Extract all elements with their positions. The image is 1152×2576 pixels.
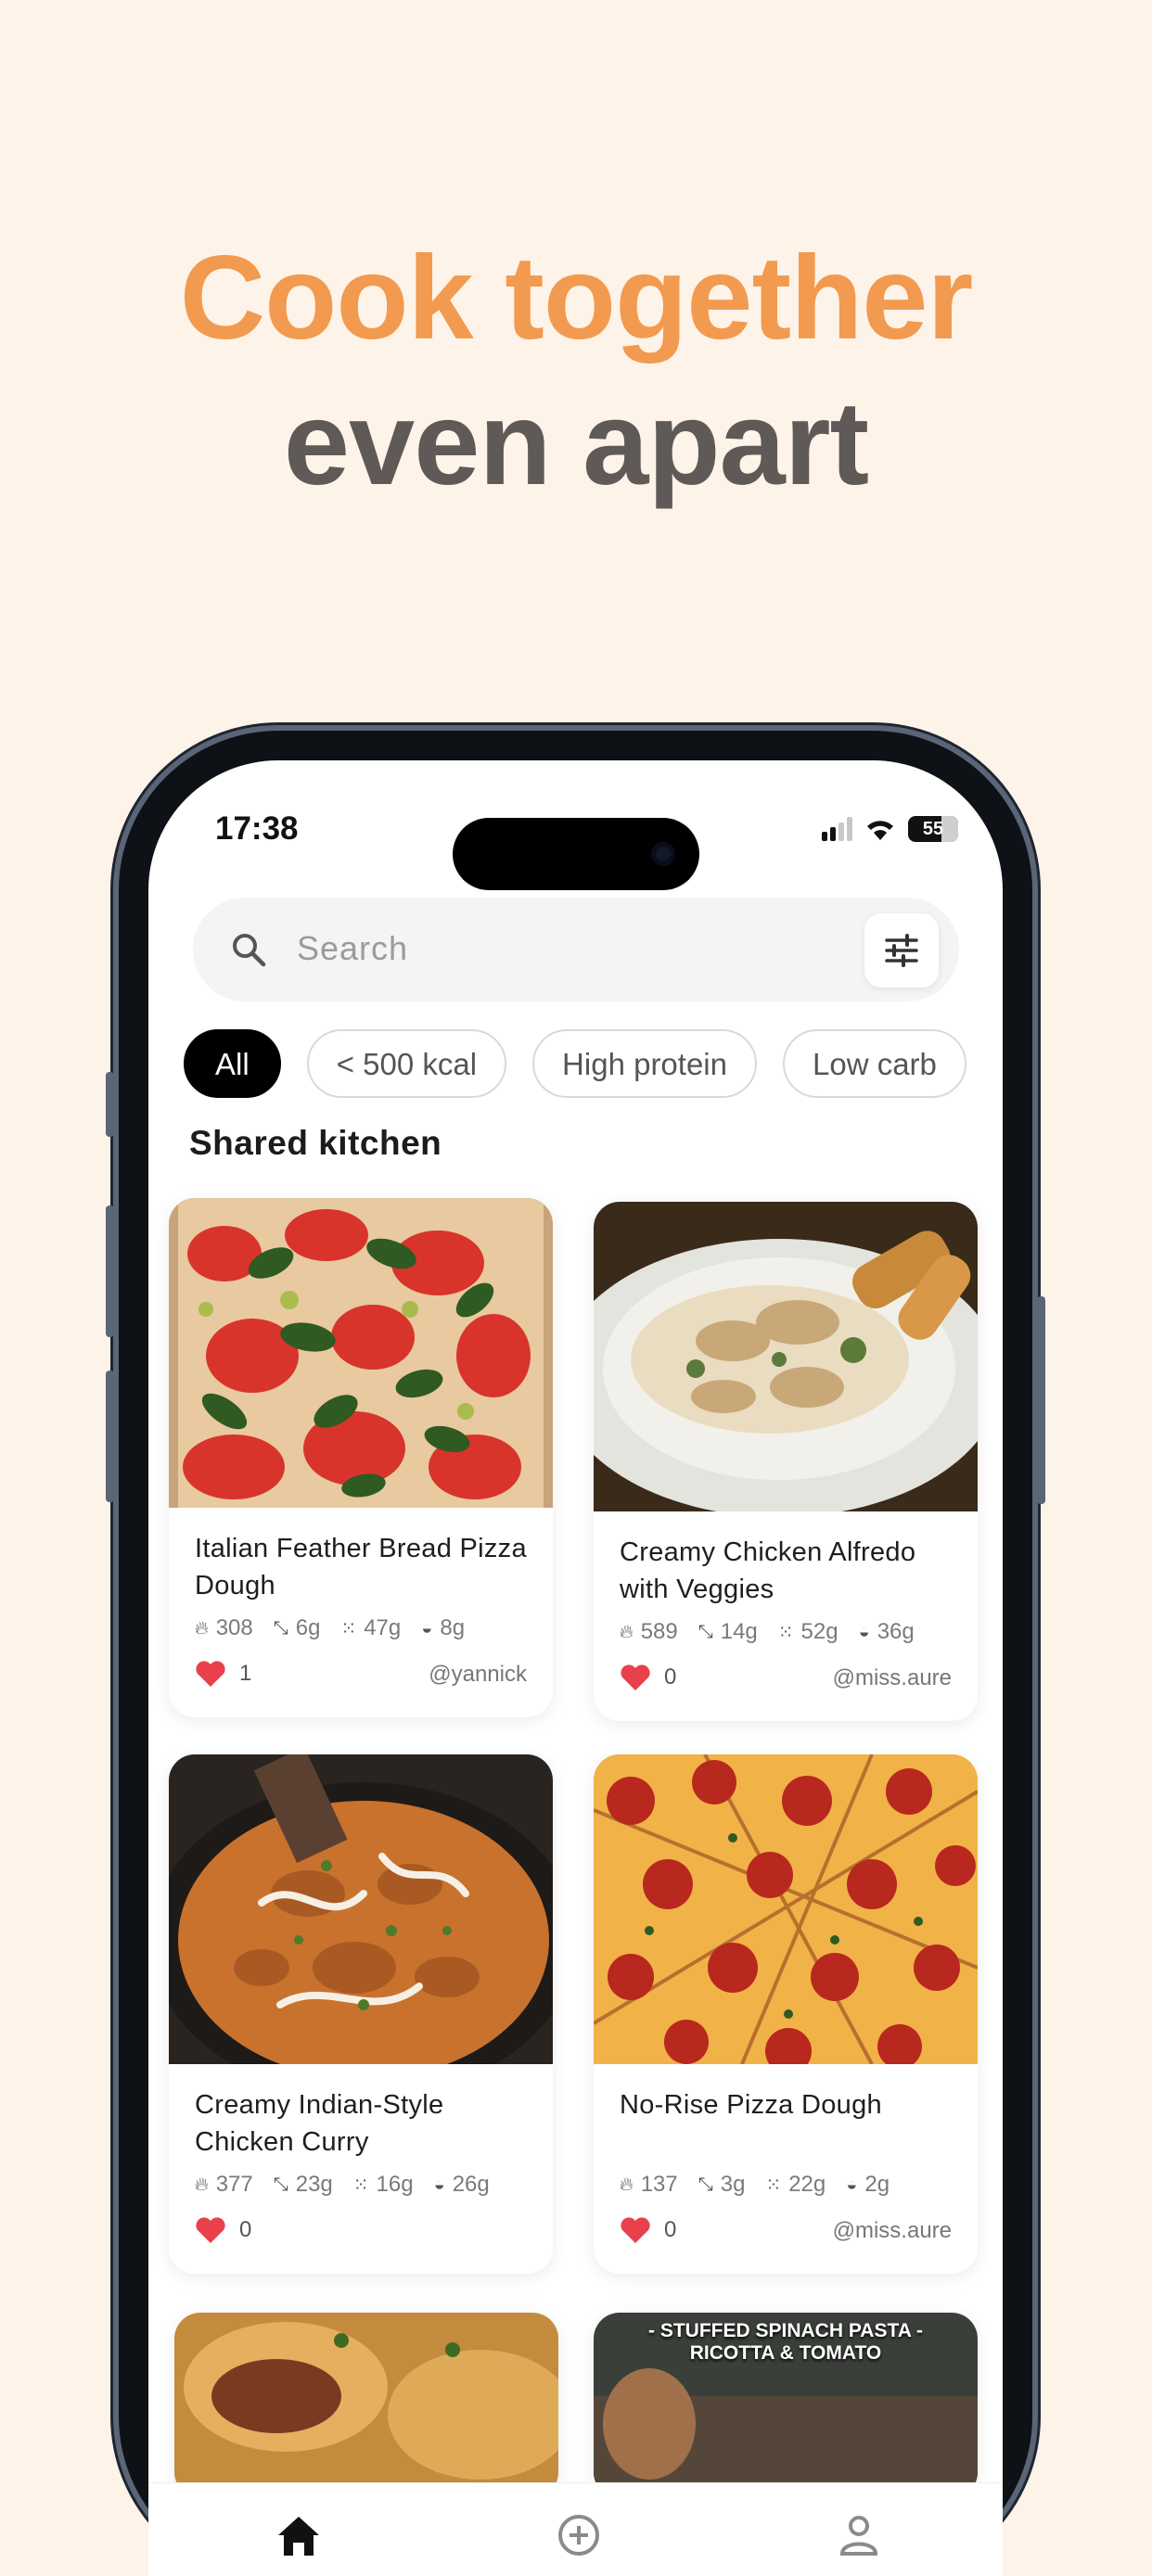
- protein-value: 6g: [295, 1615, 321, 1640]
- like-count: 0: [664, 1664, 677, 1690]
- signal-icon: [822, 817, 852, 841]
- recipe-card[interactable]: Creamy Chicken Alfredo with Veggies 🔥︎ 58…: [594, 1202, 978, 1721]
- fat-drop-icon: ◒: [421, 1617, 433, 1639]
- protein-value: 14g: [720, 1619, 758, 1644]
- fat-value: 2g: [864, 2172, 890, 2197]
- recipe-author[interactable]: @yannick: [429, 1662, 527, 1688]
- carbs-icon: ⁙: [777, 1622, 794, 1643]
- recipe-image: [169, 1198, 553, 1508]
- like-count: 1: [239, 1661, 252, 1686]
- wifi-icon: [867, 821, 893, 840]
- fat-value: 8g: [440, 1615, 466, 1640]
- add-circle-icon[interactable]: [551, 2507, 607, 2563]
- search-bar[interactable]: Search: [193, 898, 959, 1001]
- recipe-title: Creamy Indian-Style Chicken Curry: [195, 2090, 444, 2157]
- recipe-author[interactable]: @miss.aure: [833, 2218, 952, 2244]
- filter-chips: All < 500 kcal High protein Low carb: [184, 1029, 966, 1098]
- chip-all[interactable]: All: [184, 1029, 281, 1098]
- carbs-value: 52g: [800, 1619, 838, 1644]
- recipe-image: [174, 2313, 558, 2498]
- flame-icon: 🔥︎: [620, 1621, 634, 1642]
- recipe-image: [169, 1754, 553, 2064]
- search-icon: [233, 934, 266, 967]
- tab-bar: [148, 2482, 1003, 2576]
- carbs-value: 16g: [376, 2172, 414, 2197]
- carbs-value: 47g: [364, 1615, 402, 1640]
- calories-value: 377: [215, 2172, 253, 2197]
- action-button: [106, 1072, 114, 1137]
- protein-value: 3g: [720, 2172, 746, 2197]
- calories-value: 137: [640, 2172, 678, 2197]
- heart-icon: [196, 2217, 225, 2243]
- app-screen: 17:38 55 Search All < 500 kcal High prot…: [148, 760, 1003, 2576]
- like-button[interactable]: 1: [195, 1660, 251, 1688]
- fat-value: 26g: [452, 2172, 490, 2197]
- carbs-icon: ⁙: [765, 2174, 782, 2196]
- heart-icon: [621, 2217, 650, 2243]
- protein-icon: ⤡: [698, 2174, 713, 2195]
- battery-icon: 55: [908, 816, 958, 842]
- like-count: 0: [664, 2217, 677, 2242]
- recipe-macros: 🔥︎ 589 ⤡ 14g ⁙ 52g ◒ 36g: [620, 1619, 915, 1645]
- recipe-card[interactable]: [174, 2313, 558, 2498]
- status-bar: 17:38 55: [148, 797, 1003, 890]
- battery-level: 55: [922, 819, 944, 839]
- camera-icon: [651, 842, 675, 866]
- volume-down-button: [106, 1371, 114, 1502]
- recipe-macros: 🔥︎ 308 ⤡ 6g ⁙ 47g ◒ 8g: [195, 1615, 465, 1641]
- carbs-icon: ⁙: [340, 1618, 357, 1639]
- protein-icon: ⤡: [273, 2174, 288, 2195]
- filter-button[interactable]: [864, 913, 939, 988]
- fat-value: 36g: [877, 1619, 915, 1644]
- recipe-card[interactable]: No-Rise Pizza Dough 🔥︎ 137 ⤡ 3g ⁙ 22g ◒ 2g 0…: [594, 1754, 978, 2274]
- carbs-icon: ⁙: [352, 2174, 369, 2196]
- fat-drop-icon: ◒: [858, 1621, 870, 1642]
- recipe-title: Creamy Chicken Alfredo with Veggies: [620, 1537, 916, 1604]
- headline-line-1: Cook together: [179, 232, 974, 364]
- heart-icon: [196, 1661, 225, 1687]
- power-button: [1037, 1296, 1045, 1504]
- carbs-value: 22g: [788, 2172, 826, 2197]
- recipe-author[interactable]: @miss.aure: [833, 1665, 952, 1691]
- recipe-macros: 🔥︎ 377 ⤡ 23g ⁙ 16g ◒ 26g: [195, 2172, 490, 2198]
- recipe-title: Italian Feather Bread Pizza Dough: [195, 1534, 527, 1600]
- protein-value: 23g: [295, 2172, 333, 2197]
- like-button[interactable]: 0: [620, 1664, 676, 1691]
- flame-icon: 🔥︎: [195, 1617, 209, 1639]
- home-icon[interactable]: [271, 2507, 326, 2563]
- fat-drop-icon: ◒: [846, 2174, 858, 2195]
- recipe-image: [594, 1754, 978, 2064]
- calories-value: 308: [215, 1615, 253, 1640]
- profile-icon[interactable]: [831, 2507, 887, 2563]
- chip-under-500-kcal[interactable]: < 500 kcal: [306, 1029, 507, 1098]
- flame-icon: 🔥︎: [620, 2174, 634, 2195]
- dynamic-island: [453, 818, 699, 890]
- chip-low-carb[interactable]: Low carb: [783, 1029, 966, 1098]
- volume-up-button: [106, 1205, 114, 1337]
- like-button[interactable]: 0: [195, 2216, 251, 2244]
- recipe-card[interactable]: - STUFFED SPINACH PASTA - RICOTTA & TOMA…: [594, 2313, 978, 2498]
- like-button[interactable]: 0: [620, 2216, 676, 2244]
- recipe-macros: 🔥︎ 137 ⤡ 3g ⁙ 22g ◒ 2g: [620, 2172, 890, 2198]
- protein-icon: ⤡: [273, 1617, 288, 1639]
- search-input[interactable]: Search: [297, 929, 408, 968]
- recipe-image-overlay-text: - STUFFED SPINACH PASTA - RICOTTA & TOMA…: [648, 2320, 923, 2364]
- recipe-card[interactable]: Creamy Indian-Style Chicken Curry 🔥︎ 377 …: [169, 1754, 553, 2274]
- sliders-icon: [885, 934, 918, 967]
- fat-drop-icon: ◒: [433, 2174, 445, 2195]
- headline-line-2: even apart: [283, 377, 869, 510]
- recipe-card[interactable]: Italian Feather Bread Pizza Dough 🔥︎ 308 …: [169, 1198, 553, 1717]
- section-title: Shared kitchen: [189, 1124, 442, 1162]
- recipe-title: No-Rise Pizza Dough: [620, 2090, 882, 2120]
- status-time: 17:38: [215, 810, 299, 847]
- recipe-image: [594, 1202, 978, 1511]
- calories-value: 589: [640, 1619, 678, 1644]
- like-count: 0: [239, 2217, 252, 2242]
- heart-icon: [621, 1664, 650, 1690]
- flame-icon: 🔥︎: [195, 2174, 209, 2195]
- chip-high-protein[interactable]: High protein: [532, 1029, 757, 1098]
- protein-icon: ⤡: [698, 1621, 713, 1642]
- phone-frame: 17:38 55 Search All < 500 kcal High prot…: [106, 731, 1045, 2576]
